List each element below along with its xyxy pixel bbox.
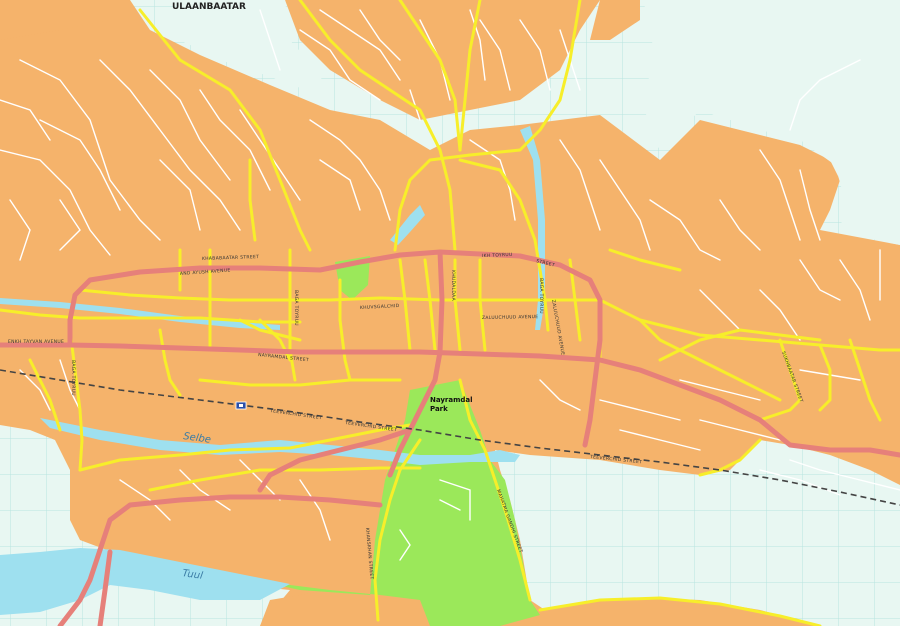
park-label-line1[interactable]: Nayramdal — [430, 396, 473, 404]
street-label-baga-toyruu-3: BAGA TOYRUU — [70, 360, 76, 396]
street-label-khudaldaa: KHUDALDAA — [450, 270, 456, 302]
railway-station-icon[interactable] — [235, 401, 247, 410]
city-map[interactable]: ULAANBAATAR Nayramdal Park Selbe Tuul AN… — [0, 0, 900, 626]
city-label: ULAANBAATAR — [172, 2, 246, 12]
street-label-baga-toyruu-2: BAGA TOYRUU — [538, 278, 544, 314]
street-label-baga-toyruu-1: BAGA TOYRUU — [293, 290, 299, 326]
street-label-ikh-toyruu: IKH TOYRUU — [482, 252, 513, 259]
park-label-line2[interactable]: Park — [430, 405, 448, 413]
street-label-enkh-tayvan-avenue: ENKH TAYVAN AVENUE — [8, 339, 64, 345]
street-label-zaluuchuud-avenue: ZALUUCHUUD AVENUE — [482, 314, 538, 321]
